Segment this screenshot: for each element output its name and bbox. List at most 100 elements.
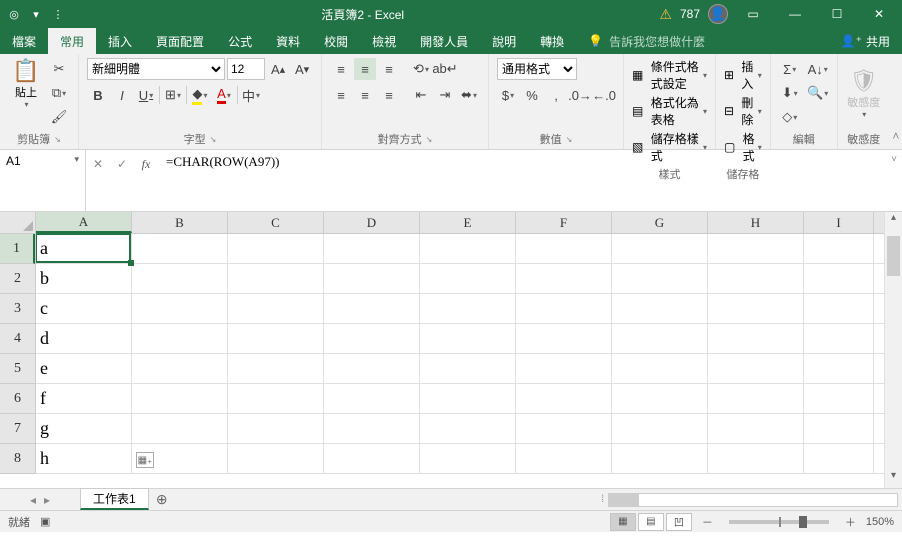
tab-view[interactable]: 檢視 [360, 28, 408, 54]
cell-H7[interactable] [708, 414, 804, 443]
cell-H4[interactable] [708, 324, 804, 353]
view-page-break-button[interactable]: 凹 [666, 513, 692, 531]
col-header-G[interactable]: G [612, 212, 708, 233]
row-header-7[interactable]: 7 [0, 414, 35, 444]
expand-formula-bar-button[interactable]: ˅ [886, 150, 902, 211]
cell-I2[interactable] [804, 264, 874, 293]
cell-E5[interactable] [420, 354, 516, 383]
zoom-level[interactable]: 150% [866, 516, 894, 528]
cell-A6[interactable]: f [36, 384, 132, 413]
cell-C7[interactable] [228, 414, 324, 443]
cell-E6[interactable] [420, 384, 516, 413]
col-header-E[interactable]: E [420, 212, 516, 233]
cell-D7[interactable] [324, 414, 420, 443]
col-header-I[interactable]: I [804, 212, 874, 233]
underline-button[interactable]: U▾ [135, 84, 157, 106]
align-center-button[interactable]: ≡ [354, 84, 376, 106]
tab-scroll-right-button[interactable]: ▸ [44, 493, 50, 507]
scroll-down-icon[interactable]: ▾ [885, 470, 902, 488]
ribbon-display-options[interactable]: ▭ [736, 0, 770, 28]
cell-D2[interactable] [324, 264, 420, 293]
autosave-icon[interactable]: ◎ [6, 6, 22, 22]
view-page-layout-button[interactable]: ▤ [638, 513, 664, 531]
warning-icon[interactable]: ⚠ [659, 6, 672, 23]
col-header-B[interactable]: B [132, 212, 228, 233]
row-header-4[interactable]: 4 [0, 324, 35, 354]
number-format-select[interactable]: 通用格式 [497, 58, 577, 80]
cell-F2[interactable] [516, 264, 612, 293]
cell-A3[interactable]: c [36, 294, 132, 323]
accounting-format-button[interactable]: $▾ [497, 84, 519, 106]
cell-A5[interactable]: e [36, 354, 132, 383]
cell-E1[interactable] [420, 234, 516, 263]
cell-C8[interactable] [228, 444, 324, 473]
conditional-formatting-button[interactable]: ▦ 條件式格式設定▾ [632, 58, 707, 92]
cell-I1[interactable] [804, 234, 874, 263]
cell-C1[interactable] [228, 234, 324, 263]
cell-B4[interactable] [132, 324, 228, 353]
enter-formula-button[interactable]: ✓ [110, 154, 134, 174]
autosum-button[interactable]: Σ▾ [779, 58, 801, 80]
shrink-font-button[interactable]: A▾ [291, 58, 313, 80]
row-header-6[interactable]: 6 [0, 384, 35, 414]
new-sheet-button[interactable]: ⊕ [149, 489, 175, 510]
cell-A8[interactable]: h [36, 444, 132, 473]
view-normal-button[interactable]: ▦ [610, 513, 636, 531]
grow-font-button[interactable]: A▴ [267, 58, 289, 80]
clipboard-dialog-launcher[interactable]: ↘ [54, 135, 61, 144]
cell-G3[interactable] [612, 294, 708, 323]
save-icon[interactable]: ▾ [28, 6, 44, 22]
align-bottom-button[interactable]: ≡ [378, 58, 400, 80]
cell-H2[interactable] [708, 264, 804, 293]
cell-G1[interactable] [612, 234, 708, 263]
cell-D5[interactable] [324, 354, 420, 383]
cell-B5[interactable] [132, 354, 228, 383]
cell-G7[interactable] [612, 414, 708, 443]
zoom-out-button[interactable]: － [702, 514, 713, 530]
zoom-slider[interactable] [729, 520, 829, 524]
tab-developer[interactable]: 開發人員 [408, 28, 480, 54]
cell-I4[interactable] [804, 324, 874, 353]
cell-D3[interactable] [324, 294, 420, 323]
tab-page-layout[interactable]: 頁面配置 [144, 28, 216, 54]
cell-D4[interactable] [324, 324, 420, 353]
cell-E4[interactable] [420, 324, 516, 353]
cell-E8[interactable] [420, 444, 516, 473]
merge-button[interactable]: ⬌▾ [458, 84, 480, 106]
align-right-button[interactable]: ≡ [378, 84, 400, 106]
tab-home[interactable]: 常用 [48, 28, 96, 54]
font-color-button[interactable]: A▾ [213, 84, 235, 106]
cell-H3[interactable] [708, 294, 804, 323]
increase-decimal-button[interactable]: .0→ [569, 84, 591, 106]
paste-button[interactable]: 📋 貼上 ▾ [8, 58, 44, 109]
cell-I8[interactable] [804, 444, 874, 473]
border-button[interactable]: ⊞▾ [162, 84, 184, 106]
cell-F1[interactable] [516, 234, 612, 263]
cell-D1[interactable] [324, 234, 420, 263]
cell-D6[interactable] [324, 384, 420, 413]
cell-G5[interactable] [612, 354, 708, 383]
cell-F6[interactable] [516, 384, 612, 413]
insert-function-button[interactable]: fx [134, 154, 158, 174]
name-box[interactable]: A1▾ [0, 150, 86, 211]
fill-handle[interactable] [128, 260, 134, 266]
row-header-2[interactable]: 2 [0, 264, 35, 294]
cut-button[interactable]: ✂ [48, 58, 70, 80]
cell-I6[interactable] [804, 384, 874, 413]
tab-help[interactable]: 說明 [480, 28, 528, 54]
col-header-D[interactable]: D [324, 212, 420, 233]
cell-H1[interactable] [708, 234, 804, 263]
cell-B2[interactable] [132, 264, 228, 293]
horizontal-scrollbar[interactable] [608, 493, 898, 507]
orientation-button[interactable]: ⟲▾ [410, 58, 432, 80]
select-all-corner[interactable] [0, 212, 36, 234]
cell-H6[interactable] [708, 384, 804, 413]
cell-B1[interactable] [132, 234, 228, 263]
cell-B7[interactable] [132, 414, 228, 443]
cell-G2[interactable] [612, 264, 708, 293]
cell-H5[interactable] [708, 354, 804, 383]
scroll-up-icon[interactable]: ▴ [885, 212, 902, 230]
align-middle-button[interactable]: ≡ [354, 58, 376, 80]
cell-G8[interactable] [612, 444, 708, 473]
cell-I5[interactable] [804, 354, 874, 383]
